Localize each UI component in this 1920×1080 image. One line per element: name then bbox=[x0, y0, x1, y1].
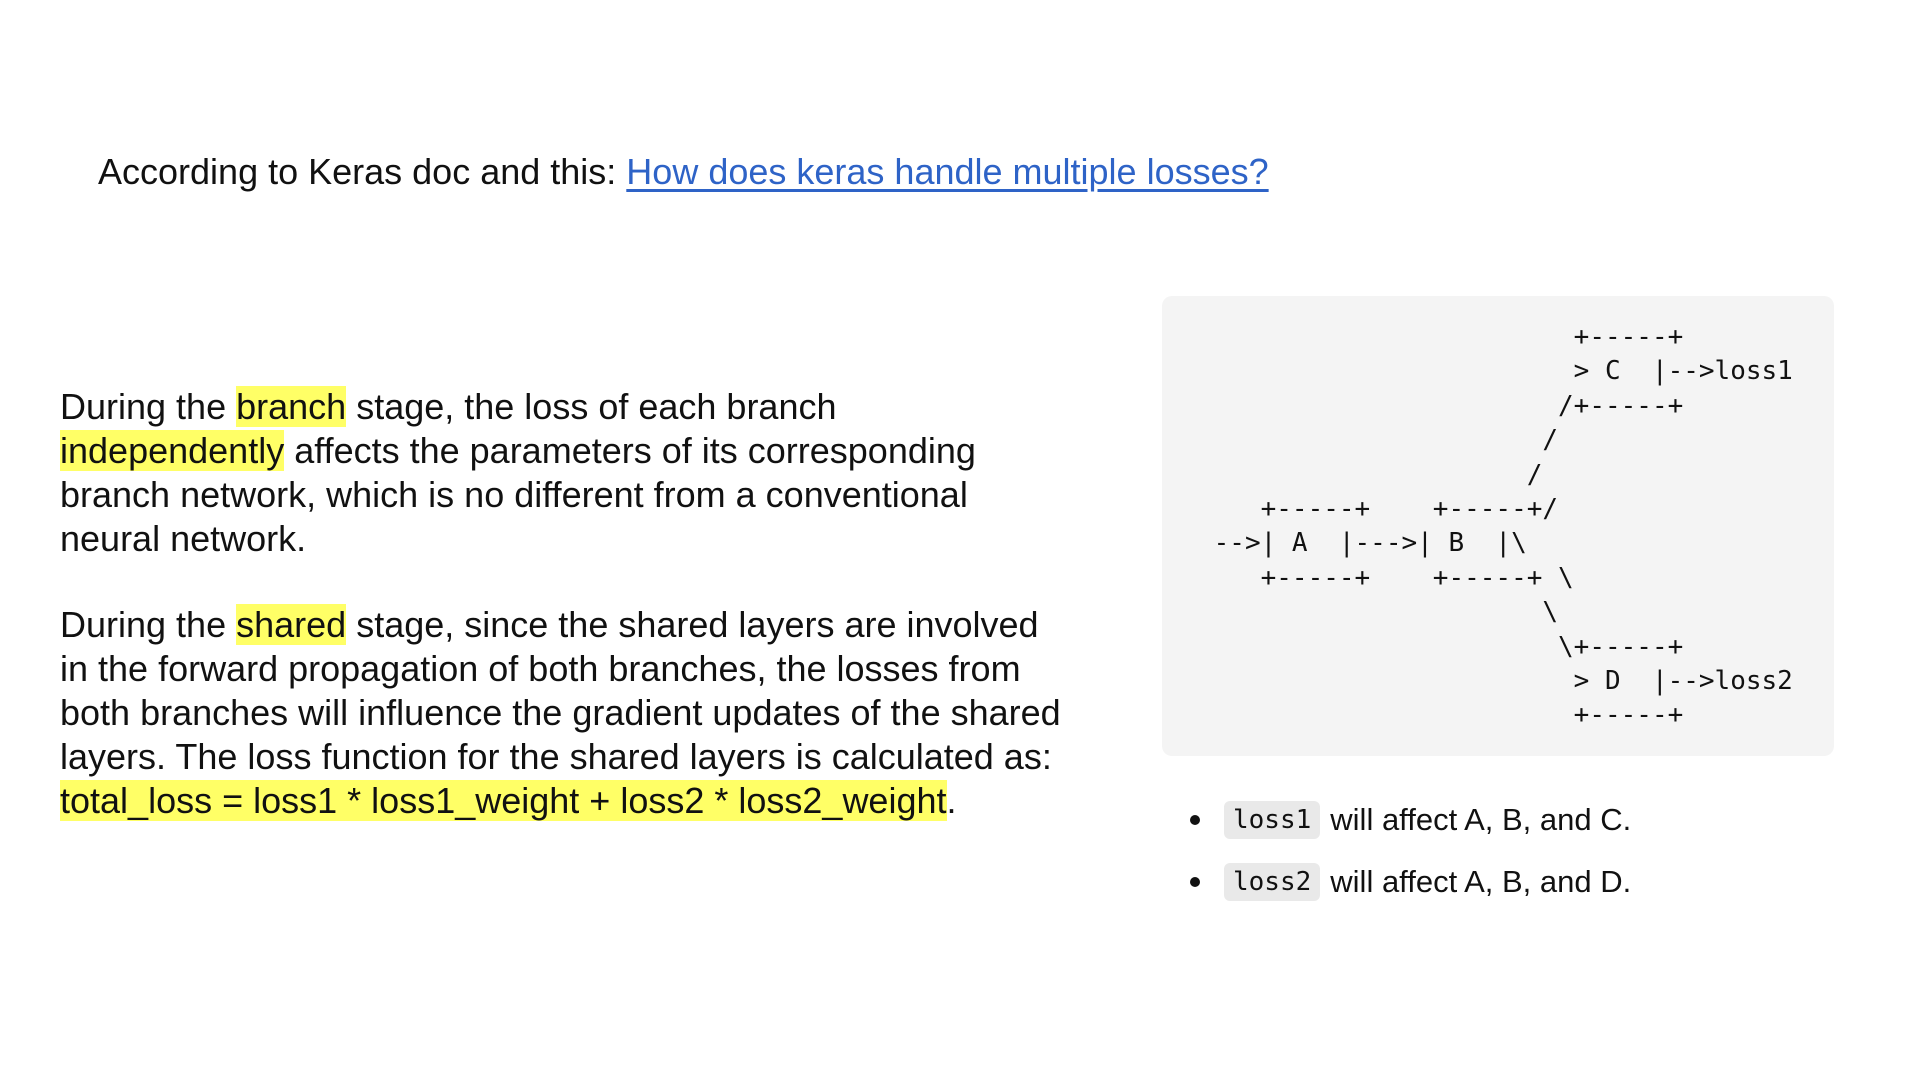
shared-stage-paragraph: During the shared stage, since the share… bbox=[60, 603, 1070, 823]
loss-effects-list: loss1 will affect A, B, and C. loss2 will … bbox=[1172, 796, 1631, 920]
highlight-shared: shared bbox=[236, 604, 347, 645]
inline-code-loss1: loss1 bbox=[1224, 801, 1321, 839]
paragraph-text: . bbox=[946, 780, 957, 821]
list-item-text: will affect A, B, and D. bbox=[1330, 864, 1632, 899]
list-item: loss1 will affect A, B, and C. bbox=[1172, 796, 1631, 844]
highlight-formula: total_loss = loss1 * loss1_weight + loss… bbox=[60, 780, 947, 821]
network-diagram-code-block: +-----+ > C |-->loss1 /+-----+ / / +----… bbox=[1162, 296, 1834, 756]
list-item-text: will affect A, B, and C. bbox=[1330, 802, 1632, 837]
list-item: loss2 will affect A, B, and D. bbox=[1172, 858, 1631, 906]
keras-multiple-losses-link[interactable]: How does keras handle multiple losses? bbox=[626, 151, 1268, 192]
explanation-column: During the branch stage, the loss of eac… bbox=[60, 385, 1070, 823]
inline-code-loss2: loss2 bbox=[1224, 863, 1321, 901]
highlight-independently: independently bbox=[60, 430, 285, 471]
bullet-dot-icon bbox=[1190, 815, 1200, 825]
highlight-branch: branch bbox=[236, 386, 347, 427]
branch-stage-paragraph: During the branch stage, the loss of eac… bbox=[60, 385, 1070, 561]
paragraph-text: stage, the loss of each branch bbox=[346, 386, 837, 427]
paragraph-text: During the bbox=[60, 386, 237, 427]
paragraph-text: During the bbox=[60, 604, 237, 645]
bullet-dot-icon bbox=[1190, 877, 1200, 887]
ascii-network-diagram: +-----+ > C |-->loss1 /+-----+ / / +----… bbox=[1213, 322, 1793, 731]
intro-line: According to Keras doc and this: How doe… bbox=[98, 148, 1269, 196]
intro-text: According to Keras doc and this: bbox=[98, 151, 627, 192]
